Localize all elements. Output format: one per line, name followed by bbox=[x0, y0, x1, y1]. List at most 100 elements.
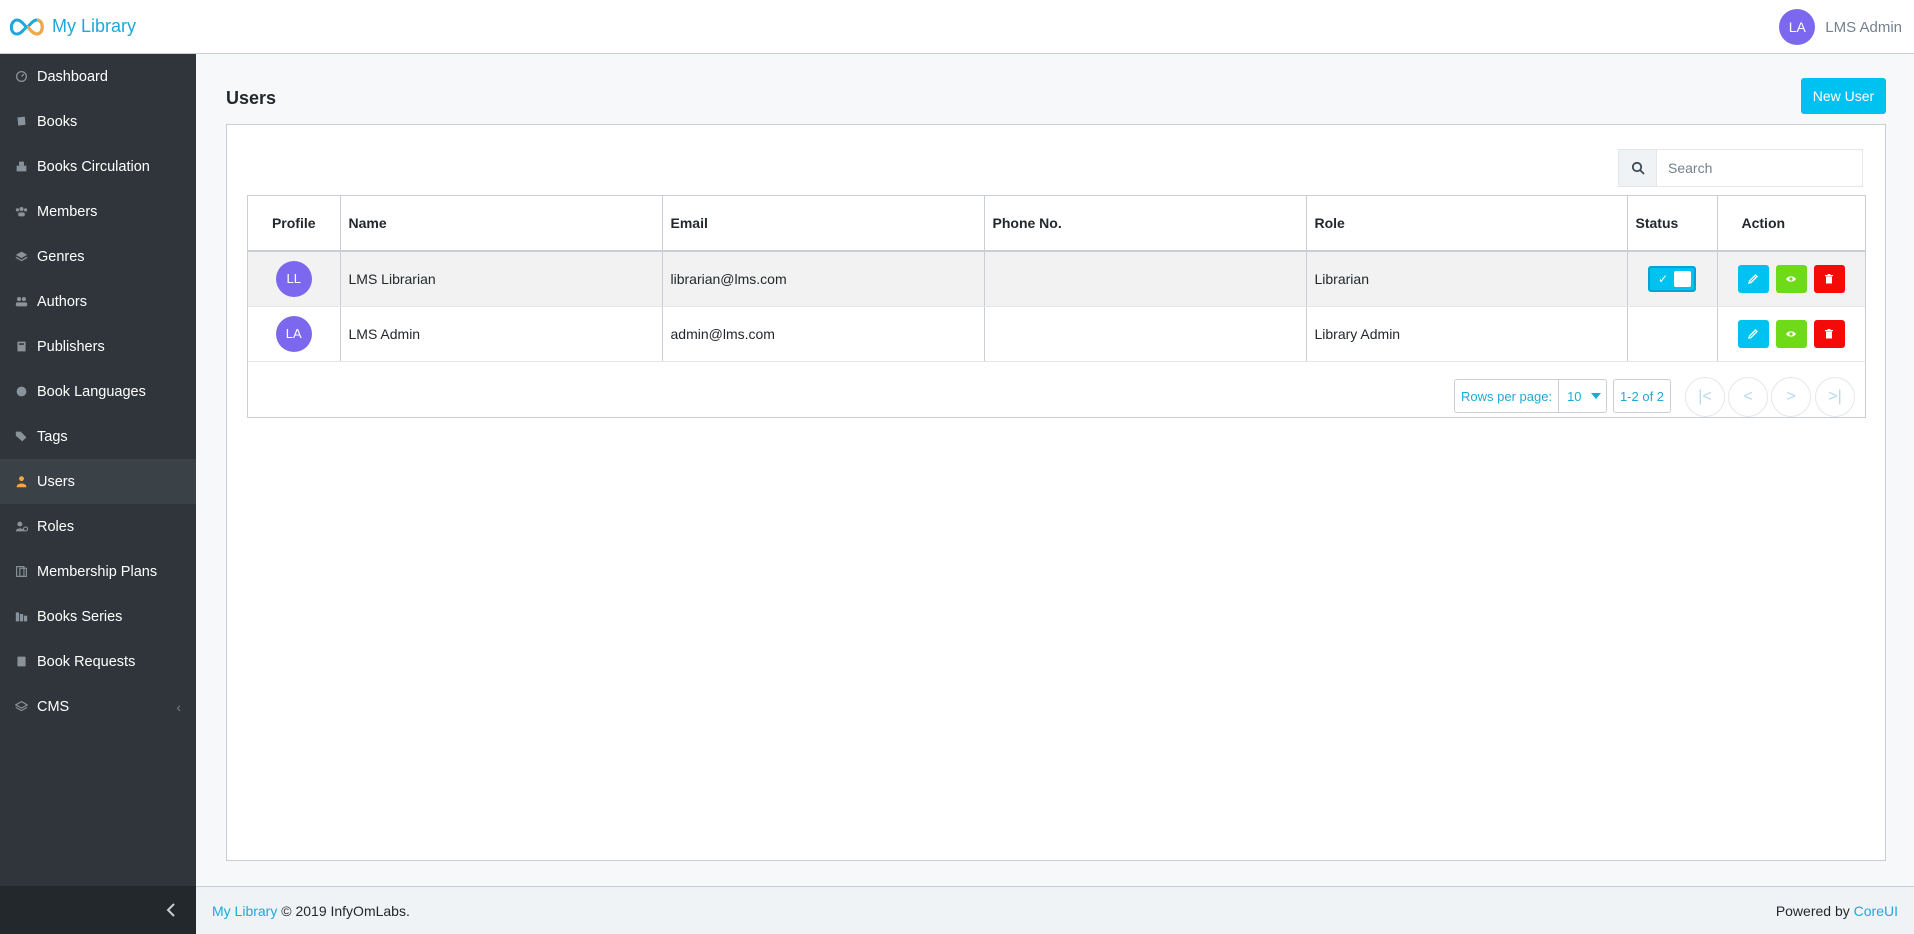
sidebar-item-books-circulation[interactable]: Books Circulation bbox=[0, 144, 196, 189]
sidebar-item-books-series[interactable]: Books Series bbox=[0, 594, 196, 639]
sidebar-item-books[interactable]: Books bbox=[0, 99, 196, 144]
globe-icon bbox=[13, 384, 29, 400]
pencil-icon bbox=[1748, 273, 1758, 284]
cms-icon bbox=[13, 699, 29, 715]
delete-button[interactable] bbox=[1813, 319, 1845, 348]
infinity-logo-icon bbox=[9, 17, 44, 36]
sidebar-item-label: Roles bbox=[37, 518, 75, 535]
sidebar-item-label: Users bbox=[37, 473, 75, 490]
edit-button[interactable] bbox=[1737, 319, 1769, 348]
pagination: Rows per page: 10 1-2 of 2 |< < > >| bbox=[248, 369, 1865, 417]
page-range: 1-2 of 2 bbox=[1613, 379, 1671, 413]
footer-brand-link[interactable]: My Library bbox=[212, 903, 277, 919]
status-toggle[interactable]: ✓ bbox=[1648, 265, 1696, 292]
sidebar-item-cms[interactable]: CMS ‹ bbox=[0, 684, 196, 729]
eye-icon bbox=[1786, 276, 1796, 282]
user-menu[interactable]: LA LMS Admin bbox=[1779, 9, 1902, 45]
sidebar-item-book-languages[interactable]: Book Languages bbox=[0, 369, 196, 414]
check-icon: ✓ bbox=[1658, 271, 1669, 286]
view-button[interactable] bbox=[1775, 264, 1807, 293]
page-title: Users bbox=[226, 88, 277, 108]
column-header-phone[interactable]: Phone No. bbox=[984, 196, 1307, 252]
view-button[interactable] bbox=[1775, 319, 1807, 348]
sidebar-item-label: Books Circulation bbox=[37, 158, 150, 175]
sidebar-item-book-requests[interactable]: Book Requests bbox=[0, 639, 196, 684]
column-header-action: Action bbox=[1717, 196, 1865, 252]
status-cell: ✓ bbox=[1627, 251, 1718, 307]
name-cell: LMS Admin bbox=[340, 306, 663, 362]
search-box bbox=[1618, 149, 1863, 187]
sidebar-item-label: Members bbox=[37, 203, 98, 220]
users-table: Profile Name Email Phone No. Role Status… bbox=[247, 195, 1866, 418]
header-user-name[interactable]: LMS Admin bbox=[1825, 19, 1902, 36]
speedometer-icon bbox=[13, 69, 29, 85]
footer-left: My Library © 2019 InfyOmLabs. bbox=[212, 903, 410, 919]
column-header-status[interactable]: Status bbox=[1627, 196, 1718, 252]
sidebar-item-publishers[interactable]: Publishers bbox=[0, 324, 196, 369]
new-user-button[interactable]: New User bbox=[1801, 78, 1886, 114]
users-card: Profile Name Email Phone No. Role Status… bbox=[226, 124, 1886, 861]
sidebar: Dashboard Books Books Circulation Member… bbox=[0, 54, 196, 886]
footer-coreui-link[interactable]: CoreUI bbox=[1854, 903, 1898, 919]
column-header-email[interactable]: Email bbox=[662, 196, 985, 252]
table-row: LA LMS Admin admin@lms.com Library Admin bbox=[248, 306, 1865, 362]
avatar[interactable]: LA bbox=[1779, 9, 1816, 45]
avatar: LL bbox=[275, 260, 312, 297]
plans-icon bbox=[13, 564, 29, 580]
phone-cell bbox=[984, 306, 1307, 362]
sidebar-item-label: Book Languages bbox=[37, 383, 146, 400]
delete-button[interactable] bbox=[1813, 264, 1845, 293]
column-header-name[interactable]: Name bbox=[340, 196, 663, 252]
toggle-knob bbox=[1674, 270, 1691, 287]
caret-down-icon bbox=[1590, 393, 1601, 399]
publisher-icon bbox=[13, 339, 29, 355]
rows-per-page-select[interactable]: 10 bbox=[1559, 380, 1606, 412]
search-input[interactable] bbox=[1657, 150, 1862, 186]
sidebar-item-label: Genres bbox=[37, 248, 85, 265]
sidebar-item-label: Book Requests bbox=[37, 653, 136, 670]
sidebar-item-users[interactable]: Users bbox=[0, 459, 196, 504]
column-header-role[interactable]: Role bbox=[1306, 196, 1628, 252]
next-page-button[interactable]: > bbox=[1771, 377, 1811, 417]
last-page-button[interactable]: >| bbox=[1815, 377, 1855, 417]
rows-per-page: Rows per page: 10 bbox=[1454, 379, 1608, 413]
first-page-button[interactable]: |< bbox=[1685, 377, 1725, 417]
sidebar-item-tags[interactable]: Tags bbox=[0, 414, 196, 459]
sidebar-item-label: Dashboard bbox=[37, 68, 108, 85]
status-cell bbox=[1627, 306, 1718, 362]
rows-per-page-value: 10 bbox=[1567, 388, 1582, 404]
chevron-left-icon: ‹ bbox=[176, 698, 181, 715]
prev-page-button[interactable]: < bbox=[1728, 377, 1768, 417]
sidebar-item-label: Authors bbox=[37, 293, 87, 310]
column-header-profile[interactable]: Profile bbox=[248, 196, 341, 252]
sidebar-item-dashboard[interactable]: Dashboard bbox=[0, 54, 196, 99]
circulation-icon bbox=[13, 159, 29, 175]
trash-icon bbox=[1825, 328, 1833, 338]
sidebar-item-roles[interactable]: Roles bbox=[0, 504, 196, 549]
sidebar-minimizer[interactable] bbox=[0, 886, 196, 934]
brand-logo-link[interactable]: My Library bbox=[6, 0, 196, 54]
name-cell: LMS Librarian bbox=[340, 251, 663, 307]
sidebar-item-label: Membership Plans bbox=[37, 563, 158, 580]
table-row: LL LMS Librarian librarian@lms.com Libra… bbox=[248, 251, 1865, 307]
chevron-left-icon bbox=[166, 903, 175, 917]
footer-right: Powered by CoreUI bbox=[1776, 903, 1898, 919]
eye-icon bbox=[1786, 330, 1796, 337]
requests-icon bbox=[13, 654, 29, 670]
sidebar-item-authors[interactable]: Authors bbox=[0, 279, 196, 324]
sidebar-item-genres[interactable]: Genres bbox=[0, 234, 196, 279]
sidebar-item-membership-plans[interactable]: Membership Plans bbox=[0, 549, 196, 594]
trash-icon bbox=[1825, 273, 1833, 284]
sidebar-item-label: Books Series bbox=[37, 608, 123, 625]
app-header: My Library LA LMS Admin bbox=[0, 0, 1914, 54]
sidebar-item-members[interactable]: Members bbox=[0, 189, 196, 234]
pencil-icon bbox=[1748, 328, 1758, 339]
email-cell: admin@lms.com bbox=[662, 306, 985, 362]
edit-button[interactable] bbox=[1737, 264, 1769, 293]
action-cell bbox=[1717, 306, 1865, 362]
sidebar-item-label: Tags bbox=[37, 428, 68, 445]
layers-icon bbox=[13, 249, 29, 265]
authors-icon bbox=[13, 294, 29, 310]
search-icon[interactable] bbox=[1619, 150, 1657, 186]
roles-icon bbox=[13, 519, 29, 535]
